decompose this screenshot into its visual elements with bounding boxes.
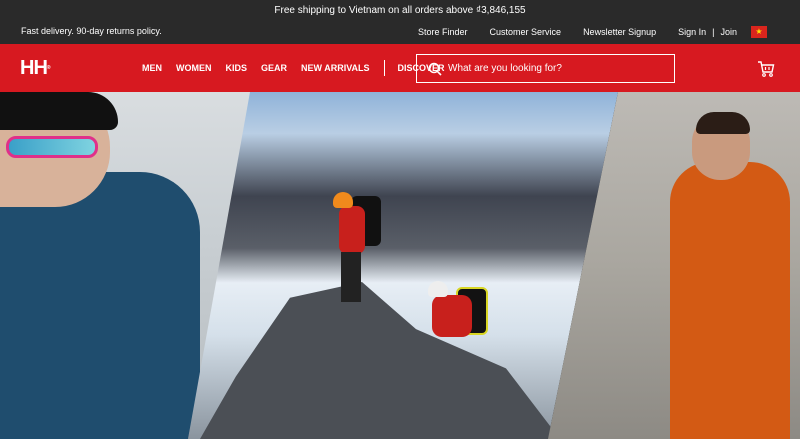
promo-bar: Free shipping to Vietnam on all orders a… (0, 0, 800, 20)
join-link[interactable]: Join (720, 27, 737, 37)
sailor-cap (0, 92, 118, 130)
nav-item-women[interactable]: WOMEN (176, 63, 212, 73)
promo-text: Free shipping to Vietnam on all orders a… (274, 4, 526, 16)
sailor-jacket (0, 172, 200, 439)
climber-front (333, 192, 381, 302)
brand-logo[interactable]: HH® (20, 58, 60, 78)
sign-in-link[interactable]: Sign In (678, 27, 706, 37)
nav-item-men[interactable]: MEN (142, 63, 162, 73)
search-input[interactable] (448, 63, 668, 74)
search-box[interactable] (416, 54, 675, 83)
nav-divider (383, 60, 385, 76)
cart-icon[interactable] (757, 60, 775, 78)
search-icon[interactable] (428, 62, 442, 76)
main-nav: HH® MEN WOMEN KIDS GEAR NEW ARRIVALS DIS… (0, 44, 800, 92)
utility-links: Store Finder Customer Service Newsletter… (418, 20, 800, 44)
store-finder-link[interactable]: Store Finder (418, 27, 468, 37)
utility-bar: Fast delivery. 90-day returns policy. St… (0, 20, 800, 44)
urban-jacket (670, 162, 790, 439)
nav-links: MEN WOMEN KIDS GEAR NEW ARRIVALS DISCOVE… (142, 44, 459, 92)
climber-back (420, 277, 490, 367)
delivery-message: Fast delivery. 90-day returns policy. (21, 26, 162, 36)
urban-hair (696, 112, 750, 134)
hero-banner[interactable] (0, 92, 800, 439)
account-separator: | (712, 27, 715, 37)
newsletter-signup-link[interactable]: Newsletter Signup (583, 27, 656, 37)
nav-item-gear[interactable]: GEAR (261, 63, 287, 73)
nav-item-new-arrivals[interactable]: NEW ARRIVALS (301, 63, 370, 73)
customer-service-link[interactable]: Customer Service (490, 27, 562, 37)
nav-item-kids[interactable]: KIDS (226, 63, 248, 73)
sailor-sunglasses (6, 136, 98, 158)
vietnam-flag-icon[interactable]: ★ (751, 26, 767, 38)
